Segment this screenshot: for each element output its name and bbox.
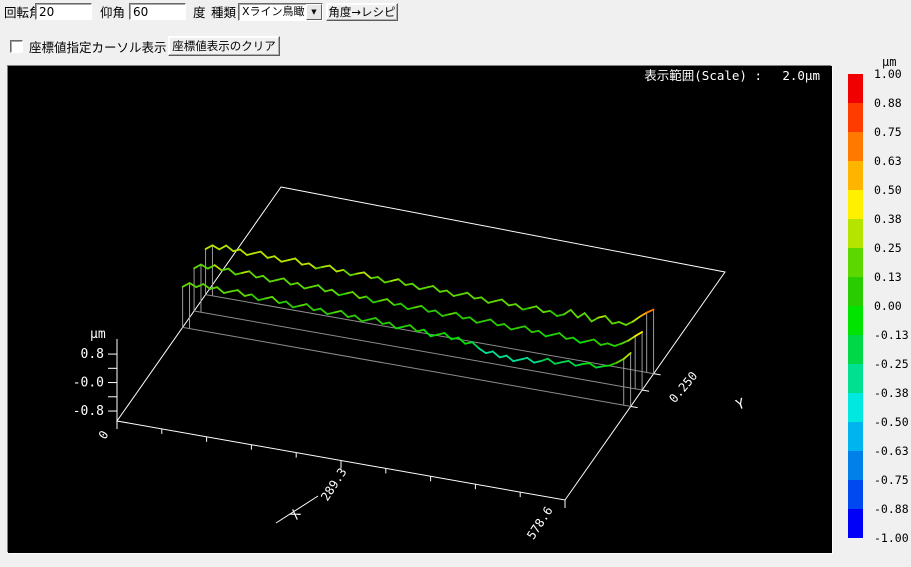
colorbar-tick-label: 0.38 xyxy=(874,212,910,226)
chevron-down-icon[interactable]: ▼ xyxy=(306,4,322,20)
scale-readout-value: 2.0μm xyxy=(782,68,820,83)
x-axis-tick-label: 0 xyxy=(96,428,112,442)
display-type-value: Xライン鳥瞰図 xyxy=(242,5,305,19)
colorbar-swatch xyxy=(848,190,863,219)
colorbar-tick-label: 0.88 xyxy=(874,96,910,110)
colorbar-swatch xyxy=(848,74,863,103)
angle-to-recipe-button[interactable]: 角度→レシピ xyxy=(326,3,398,21)
x-axis-tick-label: 578.6 xyxy=(524,504,555,542)
y-axis: 0.250 Y xyxy=(631,369,748,414)
colorbar-tick-label: -0.75 xyxy=(874,473,910,487)
y-axis-tick-label: 0.250 xyxy=(666,369,700,406)
clear-coordinates-button[interactable]: 座標値表示のクリア xyxy=(168,36,280,56)
profile-drop-lines xyxy=(183,245,654,406)
rotation-angle-input[interactable] xyxy=(35,3,92,20)
colorbar-swatch xyxy=(848,306,863,335)
colorbar-tick-label: 0.63 xyxy=(874,154,910,168)
colorbar-tick-label: 0.75 xyxy=(874,125,910,139)
colorbar-swatch xyxy=(848,277,863,306)
colorbar-tick-label: -0.25 xyxy=(874,357,910,371)
x-axis-tick-label: 289.3 xyxy=(318,466,349,504)
colorbar-tick-label: -0.63 xyxy=(874,444,910,458)
y-axis-title: Y xyxy=(734,396,748,414)
profile-line-front xyxy=(183,283,631,368)
x-axis: 0289.3578.6X xyxy=(96,421,565,542)
colorbar-swatch xyxy=(848,219,863,248)
birds-eye-3d-plot: 0289.3578.6X0.8-0.0-0.8μm0.250Y表示範囲(Scal… xyxy=(8,66,832,553)
scale-readout: 表示範囲(Scale) : 2.0μm xyxy=(644,68,820,83)
colorbar-tick-label: 0.50 xyxy=(874,183,910,197)
profile-baselines xyxy=(183,295,654,407)
colorbar-tick-label: 0.25 xyxy=(874,241,910,255)
colorbar-swatch xyxy=(848,132,863,161)
colorbar-swatch xyxy=(848,335,863,364)
profile-line-middle xyxy=(194,265,642,346)
elevation-angle-input[interactable] xyxy=(129,3,186,20)
z-axis-tick-label: -0.0 xyxy=(73,376,104,391)
colorbar-swatch xyxy=(848,422,863,451)
colorbar-tick-label: -0.88 xyxy=(874,502,910,516)
type-label: 種類 xyxy=(211,5,236,20)
colorbar-tick-label: -0.50 xyxy=(874,415,910,429)
colorbar-swatch xyxy=(848,161,863,190)
colorbar-tick-label: -1.00 xyxy=(874,531,910,545)
coordinate-cursor-checkbox-label: 座標値指定カーソル表示 xyxy=(29,40,167,55)
floor-grid xyxy=(117,187,725,500)
colorbar-swatch xyxy=(848,480,863,509)
colorbar: μm 1.000.880.750.630.500.380.250.130.00-… xyxy=(846,55,910,555)
colorbar-tick-label: 0.13 xyxy=(874,270,910,284)
elevation-angle-label: 仰角 xyxy=(100,5,125,20)
colorbar-tick-label: 0.00 xyxy=(874,299,910,313)
colorbar-swatch xyxy=(848,451,863,480)
z-axis-tick-label: -0.8 xyxy=(73,404,104,419)
colorbar-tick-label: 1.00 xyxy=(874,67,910,81)
colorbar-swatch xyxy=(848,248,863,277)
colorbar-swatch xyxy=(848,103,863,132)
z-axis-unit-label: μm xyxy=(90,327,106,342)
z-axis-tick-label: 0.8 xyxy=(81,347,104,362)
coordinate-cursor-checkbox[interactable] xyxy=(10,40,23,53)
degree-unit-label: 度 xyxy=(193,5,206,20)
colorbar-tick-label: -0.38 xyxy=(874,386,910,400)
colorbar-swatch xyxy=(848,393,863,422)
profile-line-back xyxy=(206,245,654,325)
colorbar-tick-label: -0.13 xyxy=(874,328,910,342)
scale-readout-label: 表示範囲(Scale) : xyxy=(644,68,762,83)
colorbar-swatch xyxy=(848,509,863,538)
display-type-dropdown[interactable]: Xライン鳥瞰図 ▼ xyxy=(238,3,323,21)
colorbar-swatch xyxy=(848,364,863,393)
plot-area[interactable]: 0289.3578.6X0.8-0.0-0.8μm0.250Y表示範囲(Scal… xyxy=(8,66,832,553)
z-axis: 0.8 -0.0 -0.8 μm xyxy=(73,327,117,421)
profiler-window: { "toolbar": { "rotation_label": "回転角", … xyxy=(0,0,911,567)
